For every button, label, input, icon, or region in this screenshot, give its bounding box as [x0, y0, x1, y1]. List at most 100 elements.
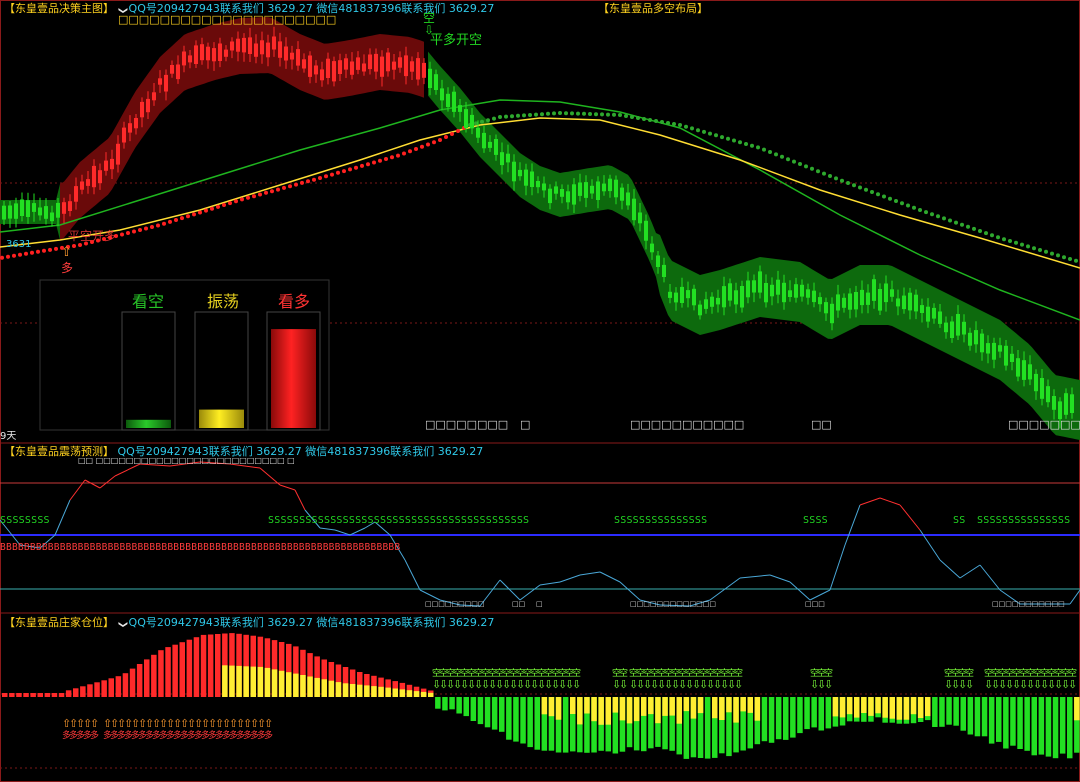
dot-line-point [180, 216, 184, 221]
pos-bar-green [960, 697, 966, 731]
dot-line-point [978, 229, 982, 233]
candle-body [758, 271, 762, 293]
candle-body [686, 290, 690, 299]
candle-body [404, 55, 408, 77]
candle-body [248, 37, 252, 54]
candle-body [1064, 393, 1068, 415]
candle-body [1058, 401, 1062, 420]
dot-line-point [552, 111, 556, 116]
pos-bar-yellow [875, 697, 881, 714]
dot-line-point [1008, 239, 1012, 243]
candle-body [218, 43, 222, 61]
candle-body [1052, 396, 1056, 410]
dot-line-point [966, 224, 970, 229]
pos-bar-yellow [555, 697, 562, 720]
pos-bar-yellow [307, 676, 313, 697]
dot-line-point [546, 111, 550, 116]
osc-line-segment [1069, 589, 1080, 605]
pos-bar-green [499, 697, 505, 732]
candle-body [56, 202, 60, 218]
candle-body [812, 290, 816, 303]
pos-bar-yellow [577, 697, 583, 725]
pos-bar-green [1067, 697, 1073, 759]
pos-bar-yellow [286, 672, 292, 697]
chevron-down-icon-2[interactable]: ❯ [115, 621, 128, 629]
candle-body [146, 98, 150, 113]
dot-line-point [378, 158, 382, 163]
dot-line-point [450, 132, 454, 136]
dot-line-point [372, 160, 376, 165]
osc-line-segment [579, 571, 601, 576]
candle-body [1034, 373, 1038, 392]
candle-body [548, 188, 552, 204]
dot-line-point [1038, 248, 1042, 252]
pos-bar-yellow [222, 665, 228, 697]
pos-bar-red [58, 693, 65, 697]
candle-body [182, 51, 186, 66]
pos-bar-yellow [250, 666, 256, 697]
pos-bar-yellow [683, 697, 690, 712]
osc-line-segment [599, 571, 621, 583]
candle-body [626, 192, 630, 206]
pos-bar-yellow [342, 683, 349, 697]
dot-line-point [990, 233, 994, 238]
dot-line-point [816, 169, 820, 174]
pos-bar-yellow [854, 697, 860, 718]
pos-bar-green [506, 697, 512, 740]
dot-line-point [126, 231, 130, 235]
pos-bar-green [811, 697, 817, 728]
candle-body [884, 283, 888, 303]
pos-bar-yellow [357, 684, 363, 697]
panel3-wechat-text: 微信481837396联系我们 3629.27 [316, 616, 495, 629]
pos-bar-green [818, 697, 824, 731]
candle-body [368, 54, 372, 70]
pos-bar-yellow [300, 675, 306, 697]
candle-body [278, 41, 282, 58]
candle-body [242, 37, 246, 53]
pos-bar-red [65, 690, 72, 697]
pos-bar-red [179, 642, 185, 697]
panel3-title[interactable]: 【东皇壹品庄家仓位】 [4, 616, 114, 629]
candle-body [788, 290, 792, 297]
candle-body [410, 61, 414, 72]
candle-body [62, 202, 66, 214]
candle-body [1016, 358, 1020, 377]
osc-line-segment [419, 589, 441, 601]
pos-bar-red [186, 639, 193, 697]
pos-bar-green [775, 697, 782, 740]
panel1-title[interactable]: 【东皇壹品决策主图】 [4, 2, 114, 15]
pos-bar-green [1038, 697, 1045, 755]
dot-line-point [18, 252, 22, 257]
dot-line-point [432, 140, 436, 145]
pos-bar-yellow [364, 685, 370, 697]
pos-bar-green [783, 697, 789, 740]
gauge-label-bull: 看多 [277, 292, 310, 311]
candle-body [302, 59, 306, 69]
pos-bar-yellow [861, 697, 867, 713]
candle-body [1028, 364, 1032, 380]
candle-body [44, 206, 48, 219]
pos-bar-green [456, 697, 462, 714]
pos-bar-green [1003, 697, 1009, 749]
candle-body [638, 212, 642, 224]
dot-line-point [822, 171, 826, 176]
pos-bar-green [967, 697, 974, 735]
osc-line-segment [859, 497, 881, 506]
panel2-wechat-text: 微信481837396联系我们 3629.27 [305, 445, 484, 458]
dot-line-point [894, 199, 898, 203]
candle-body [428, 68, 432, 88]
osc-line-segment [404, 559, 421, 591]
arrow-label: 多 [264, 729, 273, 741]
dot-line-point [792, 159, 796, 164]
candle-body [650, 243, 654, 253]
dot-line-point [204, 208, 208, 213]
candle-body [680, 286, 684, 303]
dot-line-point [120, 232, 124, 237]
pos-bar-yellow [712, 697, 718, 719]
dot-line-point [606, 112, 610, 117]
candle-body [212, 48, 216, 62]
arrow-label: 空 [824, 667, 833, 679]
candle-body [914, 294, 918, 312]
candle-body [782, 282, 786, 303]
panel1-right-title[interactable]: 【东皇壹品多空布局】 [598, 2, 708, 15]
